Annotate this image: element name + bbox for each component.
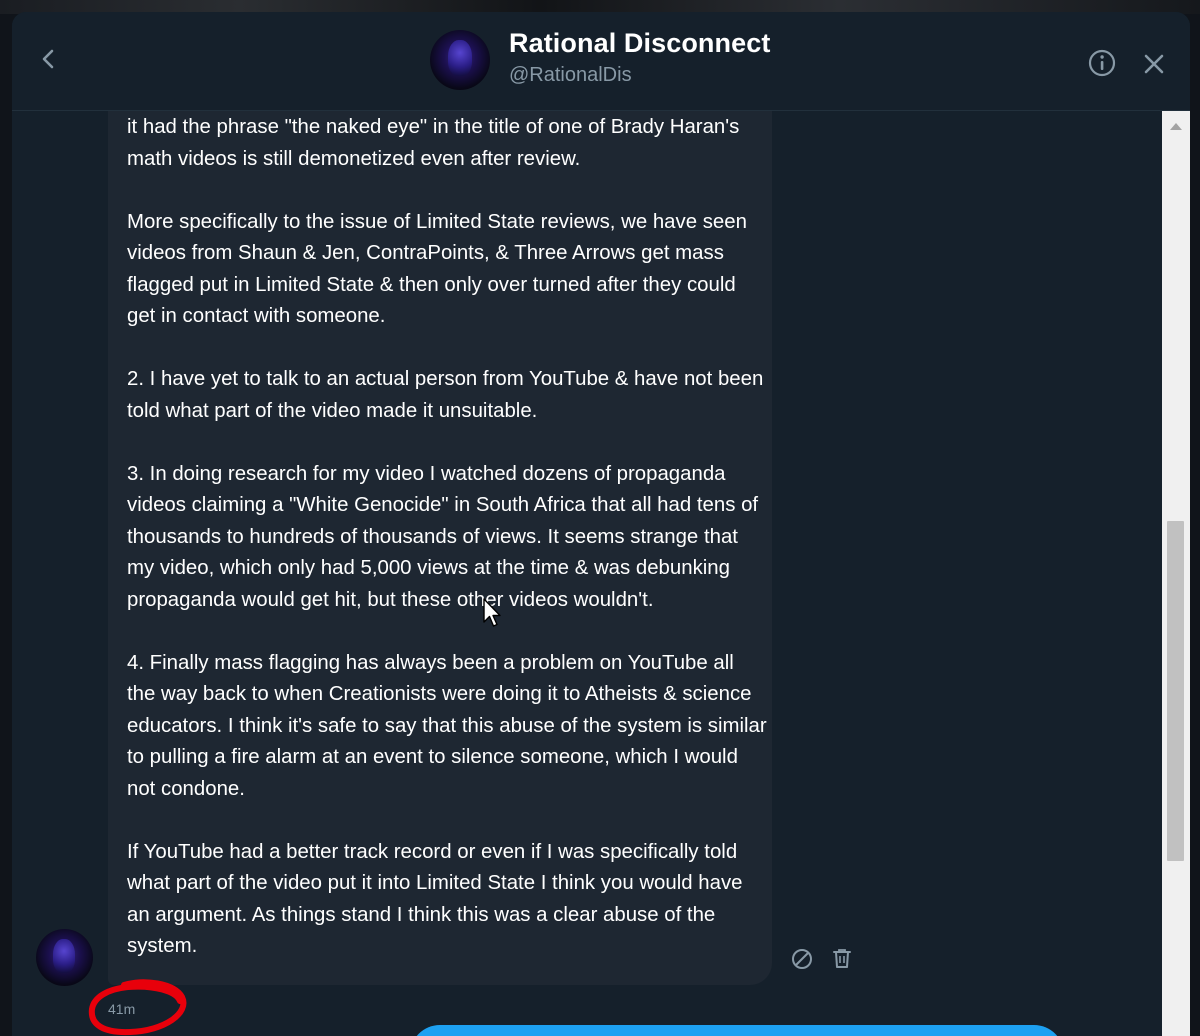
info-icon	[1088, 49, 1116, 77]
scrollbar[interactable]	[1162, 111, 1190, 1036]
message-bubble[interactable]: it had the phrase "the naked eye" in the…	[108, 111, 772, 985]
chevron-left-icon	[42, 49, 54, 69]
back-button[interactable]	[34, 44, 64, 74]
scroll-thumb[interactable]	[1167, 521, 1184, 861]
close-icon	[1144, 54, 1164, 74]
delete-message-button[interactable]	[830, 946, 854, 970]
trash-icon	[833, 949, 851, 968]
message-list[interactable]: it had the phrase "the naked eye" in the…	[12, 111, 1162, 1036]
block-icon	[792, 949, 812, 969]
conversation-title[interactable]: Rational Disconnect	[509, 28, 770, 59]
screen: Rational Disconnect @RationalDis it had …	[0, 0, 1200, 1036]
next-message-bubble[interactable]	[410, 1025, 1064, 1036]
report-message-button[interactable]	[790, 947, 814, 971]
dm-conversation-modal: Rational Disconnect @RationalDis it had …	[12, 12, 1190, 1036]
sender-avatar[interactable]	[36, 929, 93, 986]
scroll-up-arrow[interactable]	[1170, 123, 1182, 130]
message-timestamp: 41m	[108, 1001, 136, 1017]
conversation-header: Rational Disconnect @RationalDis	[12, 12, 1190, 111]
conversation-handle[interactable]: @RationalDis	[509, 64, 632, 87]
close-button[interactable]	[1140, 50, 1168, 78]
annotation-circle	[88, 979, 187, 1036]
info-button[interactable]	[1087, 48, 1117, 78]
message-text: it had the phrase "the naked eye" in the…	[127, 116, 767, 957]
avatar[interactable]	[430, 30, 490, 90]
